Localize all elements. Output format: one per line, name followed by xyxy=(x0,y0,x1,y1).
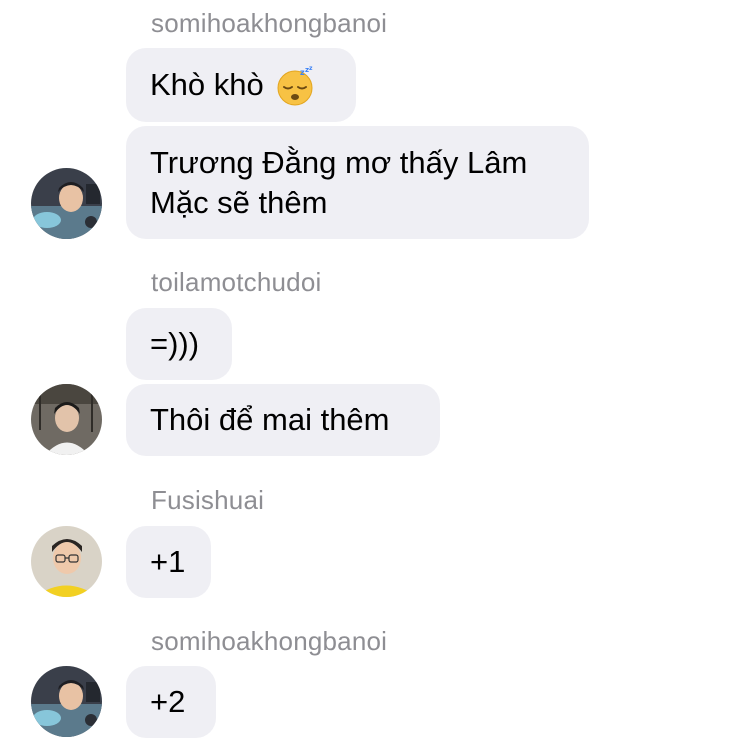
message-text: Khò khò xyxy=(150,67,264,102)
svg-text:z: z xyxy=(309,66,313,72)
message-text: Thôi để mai thêm xyxy=(150,402,390,437)
sender-name[interactable]: toilamotchudoi xyxy=(151,267,321,298)
message-bubble[interactable]: Trương Đằng mơ thấy Lâm Mặc sẽ thêm xyxy=(126,126,589,239)
sender-name[interactable]: somihoakhongbanoi xyxy=(151,8,387,39)
message-bubble[interactable]: =))) xyxy=(126,308,232,380)
message-bubble[interactable]: Khò khò z z z xyxy=(126,48,356,122)
sleeping-face-icon: z z z xyxy=(276,65,314,106)
message-bubble[interactable]: Thôi để mai thêm xyxy=(126,384,440,456)
message-bubble[interactable]: +2 xyxy=(126,666,216,738)
message-text: Trương Đằng mơ thấy Lâm Mặc sẽ thêm xyxy=(150,145,528,220)
message-text: =))) xyxy=(150,326,200,361)
sender-name[interactable]: somihoakhongbanoi xyxy=(151,626,387,657)
avatar[interactable] xyxy=(31,384,102,455)
message-bubble[interactable]: +1 xyxy=(126,526,211,598)
avatar[interactable] xyxy=(31,168,102,239)
message-text: +1 xyxy=(150,544,186,579)
avatar[interactable] xyxy=(31,526,102,597)
message-text: +2 xyxy=(150,684,186,719)
sender-name[interactable]: Fusishuai xyxy=(151,485,264,516)
avatar[interactable] xyxy=(31,666,102,737)
